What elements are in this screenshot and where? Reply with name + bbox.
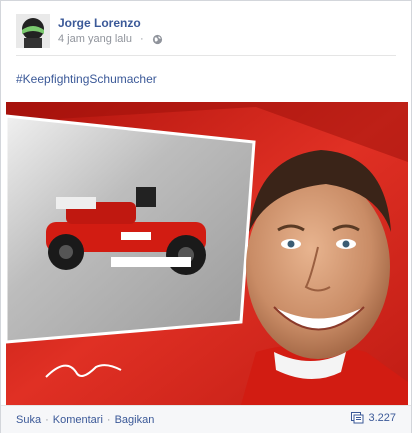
post-hashtag[interactable]: #KeepfightingSchumacher [16, 72, 157, 86]
globe-icon[interactable] [152, 34, 163, 45]
like-link[interactable]: Suka [16, 414, 41, 426]
footer-separator: · [45, 413, 49, 426]
footer-separator: · [106, 413, 111, 426]
share-link[interactable]: Bagikan [115, 414, 155, 426]
post-card: Jorge Lorenzo 4 jam yang lalu · #Keepfig… [0, 0, 412, 433]
post-photo[interactable] [6, 102, 408, 405]
share-icon [351, 412, 364, 424]
share-count[interactable]: 3.227 [351, 412, 396, 424]
post-timestamp[interactable]: 4 jam yang lalu [58, 33, 132, 45]
share-count-value: 3.227 [368, 412, 396, 424]
header-divider [16, 55, 396, 56]
post-meta: 4 jam yang lalu · [58, 33, 163, 45]
post-footer: Suka · Komentari · Bagikan 3.227 [1, 405, 411, 433]
comment-link[interactable]: Komentari [53, 414, 103, 426]
author-name[interactable]: Jorge Lorenzo [58, 16, 141, 30]
author-avatar[interactable] [16, 14, 50, 48]
meta-separator: · [140, 33, 144, 45]
